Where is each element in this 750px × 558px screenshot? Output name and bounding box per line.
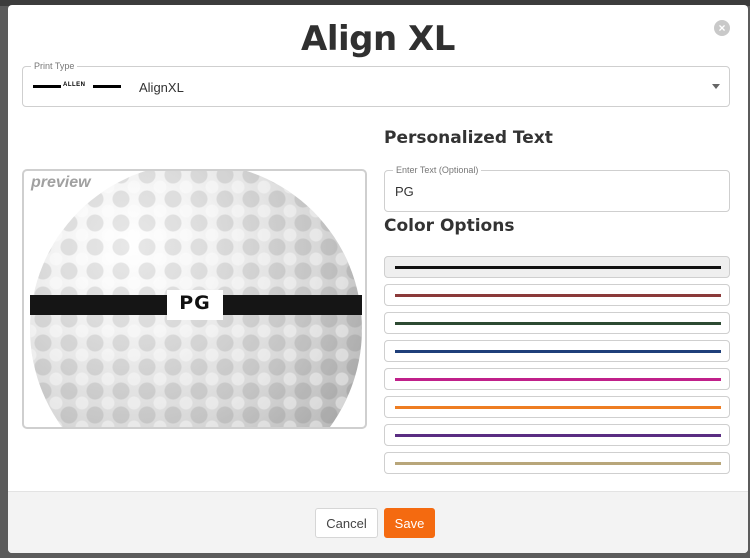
color-swatch-line [395, 294, 721, 297]
modal-footer: Cancel Save [8, 491, 748, 553]
print-type-label: Print Type [31, 60, 78, 72]
align-xl-modal: × Align XL Print Type ALLEN AlignXL prev… [8, 5, 748, 553]
chevron-down-icon [712, 84, 720, 89]
personalized-text-input[interactable] [395, 184, 715, 199]
color-option-7[interactable] [384, 424, 730, 446]
save-button[interactable]: Save [384, 508, 435, 538]
color-option-4[interactable] [384, 340, 730, 362]
personalized-text-label: Enter Text (Optional) [393, 164, 482, 176]
modal-title: Align XL [301, 19, 455, 59]
color-swatch-line [395, 406, 721, 409]
cancel-button[interactable]: Cancel [315, 508, 378, 538]
color-option-2[interactable] [384, 284, 730, 306]
color-options-heading: Color Options [384, 216, 515, 236]
color-option-3[interactable] [384, 312, 730, 334]
personalized-text-field[interactable]: Enter Text (Optional) [384, 164, 730, 212]
personalized-text-heading: Personalized Text [384, 128, 553, 148]
print-sample-line-right [93, 85, 121, 88]
print-type-select[interactable]: Print Type ALLEN AlignXL [22, 60, 730, 107]
print-sample-brand: ALLEN [63, 82, 86, 88]
print-sample-line-left [33, 85, 61, 88]
color-swatch-line [395, 378, 721, 381]
ball-personalized-text: PG [179, 292, 211, 314]
color-option-6[interactable] [384, 396, 730, 418]
color-option-1[interactable] [384, 256, 730, 278]
color-swatch-line [395, 434, 721, 437]
preview-label: preview [31, 174, 91, 191]
color-swatch-line [395, 462, 721, 465]
color-swatch-line [395, 322, 721, 325]
color-swatch-line [395, 266, 721, 269]
color-swatch-line [395, 350, 721, 353]
print-type-value: AlignXL [139, 80, 184, 95]
color-option-5[interactable] [384, 368, 730, 390]
ball-preview: preview PG [22, 169, 367, 429]
color-option-8[interactable] [384, 452, 730, 474]
